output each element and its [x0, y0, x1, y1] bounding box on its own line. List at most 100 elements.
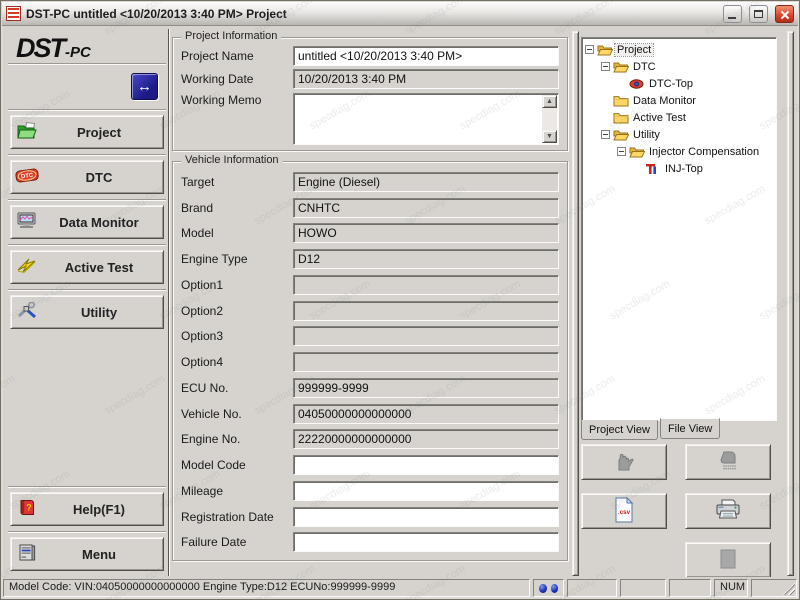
- collapse-icon[interactable]: [585, 45, 594, 54]
- hold-button: [581, 444, 667, 480]
- export-csv-button[interactable]: .csv: [581, 493, 667, 529]
- engine-type-input: [293, 249, 559, 269]
- app-logo: DST -PC: [8, 31, 166, 64]
- sidebar-toolbar: ↔: [8, 64, 166, 109]
- tree-item-dtc-top[interactable]: DTC-Top: [583, 75, 775, 92]
- inj-node-icon: [645, 163, 663, 175]
- scroll-down-icon[interactable]: ▼: [542, 130, 557, 143]
- utility-tools-icon: [16, 302, 38, 322]
- mileage-input[interactable]: [293, 481, 559, 501]
- minimize-button[interactable]: [723, 5, 742, 23]
- field-label: Mileage: [181, 484, 293, 498]
- close-button[interactable]: [775, 5, 794, 23]
- tree-item-utility[interactable]: Utility: [583, 126, 775, 143]
- svg-text:.csv: .csv: [618, 509, 631, 516]
- num-lock-indicator: NUM: [714, 579, 748, 597]
- collapse-icon[interactable]: [617, 147, 626, 156]
- scroll-up-icon[interactable]: ▲: [542, 95, 557, 108]
- field-row: Working Date: [181, 69, 559, 89]
- app-icon: [6, 6, 21, 21]
- field-label: Registration Date: [181, 510, 293, 524]
- tab-project-view[interactable]: Project View: [581, 420, 658, 440]
- field-label: Option2: [181, 304, 293, 318]
- memo-scrollbar[interactable]: ▲▼: [542, 95, 557, 143]
- printer-icon: [715, 498, 741, 525]
- app-window: DST-PC untitled <10/20/2013 3:40 PM> Pro…: [0, 0, 800, 600]
- minimize-icon: [728, 17, 736, 19]
- field-row: Vehicle No.: [181, 404, 559, 424]
- view-tabs: Project ViewFile View: [581, 421, 793, 441]
- active-test-icon: [16, 257, 38, 277]
- status-panel-4: [751, 579, 797, 597]
- maximize-button[interactable]: [749, 5, 768, 23]
- tree-item-label: Injector Compensation: [647, 146, 761, 158]
- sidebar-button-active-test[interactable]: Active Test: [10, 250, 164, 284]
- project-name-input[interactable]: [293, 46, 559, 66]
- tree-item-inj-top[interactable]: INJ-Top: [583, 160, 775, 177]
- working-memo-input[interactable]: ▲▼: [293, 93, 559, 145]
- tree-item-active-test[interactable]: Active Test: [583, 109, 775, 126]
- open-folder-icon: [613, 128, 631, 141]
- tab-file-view[interactable]: File View: [660, 418, 720, 439]
- right-splitter[interactable]: [787, 31, 794, 576]
- print-button[interactable]: [685, 493, 771, 529]
- svg-text:?: ?: [26, 503, 32, 513]
- panel-splitter[interactable]: [572, 31, 579, 576]
- closed-folder-icon: [613, 94, 631, 107]
- sidebar-button-help-f1[interactable]: ?Help(F1): [10, 492, 164, 526]
- closed-folder-icon: [613, 111, 631, 124]
- sidebar-button-label: Utility: [43, 305, 163, 320]
- sidebar-button-label: Data Monitor: [43, 215, 163, 230]
- project-information-legend: Project Information: [181, 30, 281, 42]
- field-row: Failure Date: [181, 532, 559, 552]
- sidebar-button-data-monitor[interactable]: Data Monitor: [10, 205, 164, 239]
- field-label: Failure Date: [181, 535, 293, 549]
- field-label: Model: [181, 226, 293, 240]
- field-row: ECU No.: [181, 378, 559, 398]
- menu-computer-icon: [18, 544, 37, 564]
- tree-item-label: INJ-Top: [663, 163, 705, 175]
- field-row: Option4: [181, 352, 559, 372]
- sidebar-button-menu[interactable]: Menu: [10, 537, 164, 571]
- sidebar-button-utility[interactable]: Utility: [10, 295, 164, 329]
- tree-item-dtc[interactable]: DTC: [583, 58, 775, 75]
- model-code-input[interactable]: [293, 455, 559, 475]
- sidebar-button-label: Active Test: [43, 260, 163, 275]
- tree-item-project[interactable]: Project: [583, 41, 775, 58]
- help-book-icon: ?: [18, 499, 37, 519]
- window-title: DST-PC untitled <10/20/2013 3:40 PM> Pro…: [26, 7, 716, 21]
- field-label: Working Memo: [181, 93, 293, 107]
- status-panel-1: [567, 579, 617, 597]
- project-information-groupbox: Project Information Project NameWorking …: [172, 37, 568, 151]
- field-label: Brand: [181, 201, 293, 215]
- resize-grip-icon[interactable]: [783, 583, 795, 595]
- sidebar-button-project[interactable]: Project: [10, 115, 164, 149]
- vehicle-information-legend: Vehicle Information: [181, 154, 283, 166]
- field-label: ECU No.: [181, 381, 293, 395]
- ecu-no-input: [293, 378, 559, 398]
- dtc-icon: DTC: [15, 167, 39, 187]
- collapse-icon[interactable]: [601, 62, 610, 71]
- compact-view-button[interactable]: ↔: [131, 73, 158, 100]
- tree-item-injector-compensation[interactable]: Injector Compensation: [583, 143, 775, 160]
- status-connection-panel: [533, 579, 564, 597]
- field-label: Engine No.: [181, 432, 293, 446]
- connection-led-icon: [551, 584, 559, 593]
- collapse-icon[interactable]: [601, 130, 610, 139]
- connection-led-icon: [539, 584, 547, 593]
- project-folder-icon: [16, 122, 38, 142]
- field-label: Option1: [181, 278, 293, 292]
- dtc-node-icon: [629, 78, 647, 90]
- engine-no-input: [293, 429, 559, 449]
- sidebar-button-dtc[interactable]: DTCDTC: [10, 160, 164, 194]
- field-row: Engine Type: [181, 249, 559, 269]
- field-row: Engine No.: [181, 429, 559, 449]
- vehicle-information-fields: TargetBrandModelEngine TypeOption1Option…: [181, 166, 559, 558]
- failure-date-input[interactable]: [293, 532, 559, 552]
- registration-date-input[interactable]: [293, 507, 559, 527]
- status-panel-2: [620, 579, 666, 597]
- field-label: Option4: [181, 355, 293, 369]
- tree-item-data-monitor[interactable]: Data Monitor: [583, 92, 775, 109]
- open-folder-icon: [613, 60, 631, 73]
- sidebar-button-label: Project: [43, 125, 163, 140]
